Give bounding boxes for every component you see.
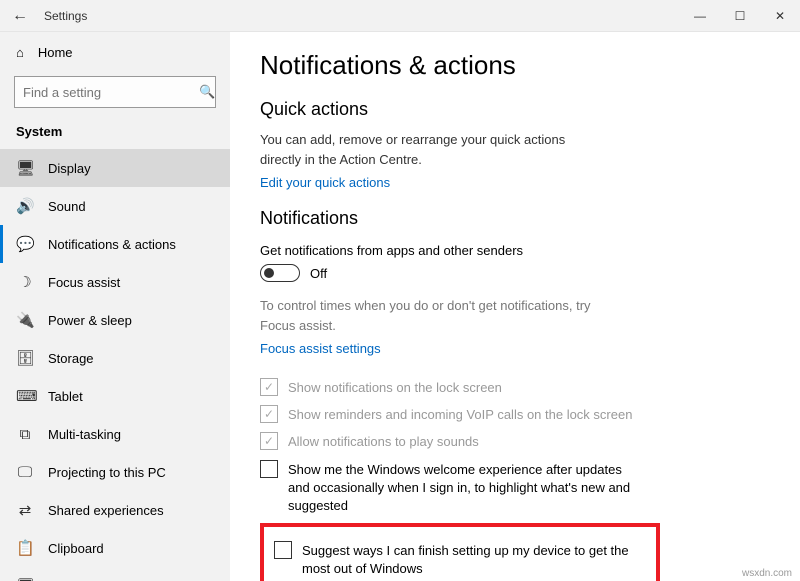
notifications-heading: Notifications (260, 208, 770, 229)
nav-label: Focus assist (48, 275, 120, 290)
checkbox-label: Suggest ways I can finish setting up my … (302, 541, 646, 578)
checkbox-icon[interactable] (260, 460, 278, 478)
search-input[interactable] (23, 85, 199, 100)
power-icon: 🔌 (16, 311, 34, 329)
sidebar: ⌂ Home 🔍 System 🖥 Display 🔊 Sound 💬 Notific… (0, 32, 230, 581)
notifications-toggle[interactable] (260, 264, 300, 282)
focus-assist-link[interactable]: Focus assist settings (260, 341, 381, 356)
checkbox-label: Show reminders and incoming VoIP calls o… (288, 405, 632, 424)
nav-item-sound[interactable]: 🔊 Sound (0, 187, 230, 225)
quick-actions-text: You can add, remove or rearrange your qu… (260, 130, 600, 169)
toggle-state-label: Off (310, 266, 327, 281)
nav-label: Display (48, 161, 91, 176)
notifications-icon: 💬 (16, 235, 34, 253)
nav-label: Notifications & actions (48, 237, 176, 252)
nav-item-multitasking[interactable]: ⧉ Multi-tasking (0, 415, 230, 453)
page-title: Notifications & actions (260, 50, 770, 81)
toggle-knob (264, 268, 274, 278)
watermark: wsxdn.com (742, 568, 792, 579)
checkbox-sounds: ✓ Allow notifications to play sounds (260, 432, 640, 451)
checkbox-welcome[interactable]: Show me the Windows welcome experience a… (260, 460, 640, 516)
checkbox-setup-suggestions[interactable]: Suggest ways I can finish setting up my … (274, 541, 646, 578)
checkbox-icon: ✓ (260, 405, 278, 423)
checkbox-lock-screen: ✓ Show notifications on the lock screen (260, 378, 640, 397)
checkbox-icon[interactable] (274, 541, 292, 559)
remote-icon: 🖥 (16, 577, 34, 581)
quick-actions-heading: Quick actions (260, 99, 770, 120)
nav-list: 🖥 Display 🔊 Sound 💬 Notifications & actions… (0, 149, 230, 581)
storage-icon: 🗄 (16, 349, 34, 367)
search-icon: 🔍 (199, 84, 215, 100)
back-button[interactable]: ← (0, 7, 40, 25)
checkbox-label: Show me the Windows welcome experience a… (288, 460, 640, 516)
focus-assist-text: To control times when you do or don't ge… (260, 296, 600, 335)
sound-icon: 🔊 (16, 197, 34, 215)
home-label: Home (38, 45, 73, 60)
main-content: Notifications & actions Quick actions Yo… (230, 32, 800, 581)
nav-label: Projecting to this PC (48, 465, 166, 480)
nav-item-tablet[interactable]: ⌨ Tablet (0, 377, 230, 415)
search-box[interactable]: 🔍 (14, 76, 216, 108)
nav-label: Power & sleep (48, 313, 132, 328)
nav-item-storage[interactable]: 🗄 Storage (0, 339, 230, 377)
tablet-icon: ⌨ (16, 387, 34, 405)
nav-item-focus-assist[interactable]: ☽ Focus assist (0, 263, 230, 301)
nav-label: Tablet (48, 389, 83, 404)
nav-item-display[interactable]: 🖥 Display (0, 149, 230, 187)
nav-item-notifications[interactable]: 💬 Notifications & actions (0, 225, 230, 263)
minimize-button[interactable]: — (680, 0, 720, 32)
focus-icon: ☽ (16, 273, 34, 291)
titlebar: ← Settings — ☐ ✕ (0, 0, 800, 32)
projecting-icon: 🖵 (16, 464, 34, 481)
nav-label: Shared experiences (48, 503, 164, 518)
close-button[interactable]: ✕ (760, 0, 800, 32)
nav-item-power[interactable]: 🔌 Power & sleep (0, 301, 230, 339)
nav-label: Clipboard (48, 541, 104, 556)
notifications-toggle-label: Get notifications from apps and other se… (260, 243, 770, 258)
edit-quick-actions-link[interactable]: Edit your quick actions (260, 175, 390, 190)
nav-label: Storage (48, 351, 94, 366)
nav-item-projecting[interactable]: 🖵 Projecting to this PC (0, 453, 230, 491)
home-icon: ⌂ (16, 45, 24, 60)
nav-item-remote-desktop[interactable]: 🖥Remote Desktop (0, 567, 230, 581)
nav-item-shared[interactable]: ⇄ Shared experiences (0, 491, 230, 529)
multitask-icon: ⧉ (16, 426, 34, 443)
shared-icon: ⇄ (16, 501, 34, 519)
checkbox-label: Allow notifications to play sounds (288, 432, 479, 451)
maximize-button[interactable]: ☐ (720, 0, 760, 32)
checkbox-label: Show notifications on the lock screen (288, 378, 502, 397)
nav-label: Sound (48, 199, 86, 214)
home-link[interactable]: ⌂ Home (0, 32, 230, 72)
checkbox-voip: ✓ Show reminders and incoming VoIP calls… (260, 405, 640, 424)
checkbox-icon: ✓ (260, 378, 278, 396)
window-title: Settings (44, 9, 87, 23)
clipboard-icon: 📋 (16, 539, 34, 557)
nav-item-clipboard[interactable]: 📋 Clipboard (0, 529, 230, 567)
highlight-annotation: Suggest ways I can finish setting up my … (260, 523, 660, 581)
display-icon: 🖥 (16, 159, 34, 177)
section-label: System (0, 118, 230, 149)
checkbox-icon: ✓ (260, 432, 278, 450)
nav-label: Multi-tasking (48, 427, 121, 442)
